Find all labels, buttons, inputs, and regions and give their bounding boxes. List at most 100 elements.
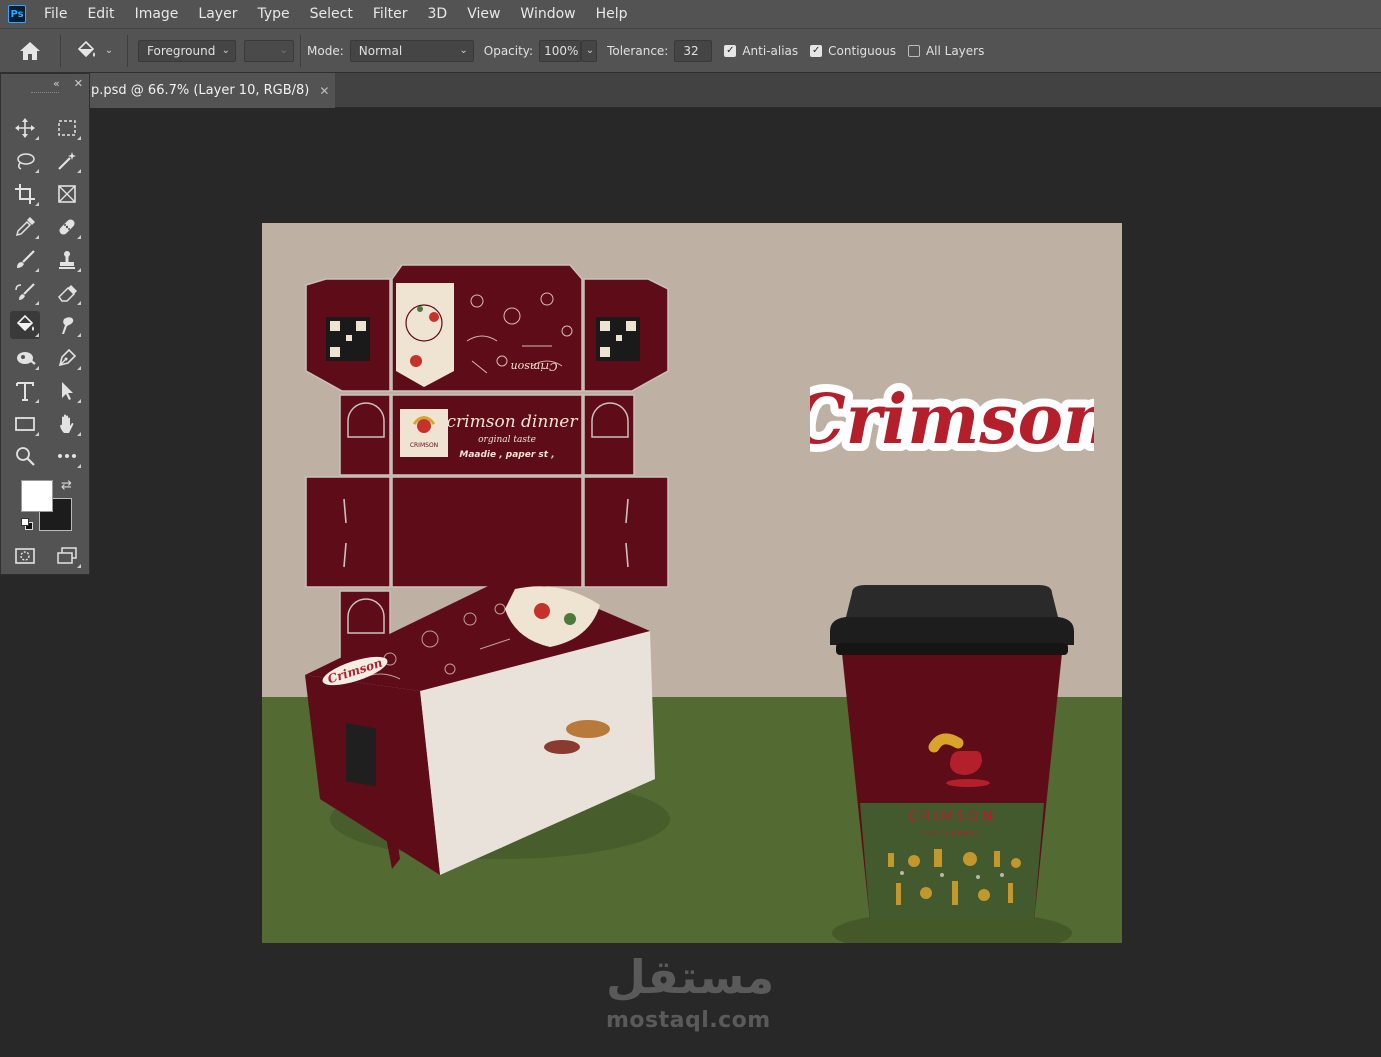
contiguous-label: Contiguous	[828, 43, 896, 58]
collapse-panel-icon[interactable]: «	[53, 77, 60, 90]
history-brush-icon	[15, 283, 35, 300]
path-selection-tool[interactable]	[52, 377, 82, 405]
frame-tool[interactable]	[52, 180, 82, 208]
watermark-latin: mostaql.com	[606, 1008, 771, 1033]
menu-help[interactable]: Help	[586, 0, 638, 28]
box-heading: crimson dinner	[447, 412, 579, 432]
eyedropper-icon	[15, 217, 35, 237]
menu-select[interactable]: Select	[300, 0, 363, 28]
crop-tool[interactable]	[10, 180, 40, 208]
opacity-label: Opacity:	[483, 43, 534, 58]
marquee-tool[interactable]	[52, 114, 82, 142]
blend-mode-value: Normal	[358, 43, 403, 58]
cup-brand-text: CRIMSON	[908, 809, 995, 825]
dodge-icon	[17, 352, 36, 365]
photoshop-logo-icon[interactable]: Ps	[8, 5, 26, 23]
menu-file[interactable]: File	[40, 0, 77, 28]
eyedropper-tool[interactable]	[10, 213, 40, 241]
contiguous-checkbox[interactable]: ✓ Contiguous	[810, 44, 896, 58]
tolerance-value: 32	[683, 43, 699, 58]
chevron-down-icon: ⌄	[104, 45, 114, 56]
menu-type[interactable]: Type	[247, 0, 299, 28]
pen-tool[interactable]	[52, 344, 82, 372]
crimson-logotype: Crimson Crimson	[810, 373, 1094, 468]
menu-view[interactable]: View	[457, 0, 510, 28]
lasso-tool[interactable]	[10, 147, 40, 175]
all-layers-label: All Layers	[925, 43, 985, 58]
type-tool[interactable]	[10, 377, 40, 405]
edit-toolbar-button[interactable]	[52, 442, 82, 470]
home-button[interactable]	[0, 41, 60, 61]
eraser-tool[interactable]	[52, 279, 82, 307]
menu-filter[interactable]: Filter	[363, 0, 418, 28]
paint-bucket-preset-icon	[77, 40, 95, 57]
panel-grip[interactable]	[31, 92, 59, 100]
document-tab[interactable]: p.psd @ 66.7% (Layer 10, RGB/8) ✕	[87, 73, 335, 108]
screen-mode-button[interactable]	[52, 542, 82, 570]
type-icon	[16, 382, 34, 401]
dodge-tool[interactable]	[10, 344, 40, 372]
screen-mode-icon	[57, 547, 77, 564]
hand-icon	[60, 414, 74, 433]
close-panel-icon[interactable]: ✕	[74, 77, 83, 90]
pattern-picker[interactable]: ⌄	[244, 39, 294, 62]
zoom-tool[interactable]	[10, 442, 40, 470]
tool-preset-picker[interactable]: ⌄	[61, 40, 127, 62]
menu-bar: Ps File Edit Image Layer Type Select Fil…	[0, 0, 1381, 28]
watermark-arabic: مستقل	[606, 950, 775, 1004]
cup-sub-text: RESTAURANT	[922, 830, 982, 837]
crop-icon	[15, 184, 35, 204]
smudge-tool[interactable]	[52, 311, 82, 339]
fill-source-select[interactable]: Foreground ⌄	[138, 39, 236, 62]
paint-bucket-tool[interactable]	[10, 311, 40, 339]
pen-icon	[58, 348, 77, 367]
all-layers-checkbox[interactable]: All Layers	[907, 43, 985, 58]
blend-mode-select[interactable]: Normal ⌄	[349, 39, 474, 62]
quick-mask-icon	[15, 548, 35, 564]
arrow-pointer-icon	[62, 382, 73, 400]
close-tab-icon[interactable]: ✕	[319, 84, 329, 98]
menu-3d[interactable]: 3D	[418, 0, 458, 28]
chevron-down-icon: ⌄	[221, 44, 230, 56]
chevron-down-icon: ⌄	[279, 44, 288, 56]
healing-brush-tool[interactable]	[52, 213, 82, 241]
default-colors-icon[interactable]	[21, 518, 33, 530]
frame-icon	[58, 185, 76, 203]
tolerance-input[interactable]: 32	[674, 39, 713, 62]
menu-layer[interactable]: Layer	[188, 0, 247, 28]
brush-tool[interactable]	[10, 246, 40, 274]
history-brush-tool[interactable]	[10, 279, 40, 307]
tolerance-label: Tolerance:	[607, 43, 669, 58]
fill-source-value: Foreground	[147, 43, 216, 58]
more-dots-icon	[58, 454, 76, 458]
paint-bucket-icon	[16, 314, 34, 332]
document-tab-bar: p.psd @ 66.7% (Layer 10, RGB/8) ✕	[0, 73, 1381, 108]
foreground-color-swatch[interactable]	[21, 480, 53, 512]
menu-image[interactable]: Image	[125, 0, 189, 28]
box-address: Maadie , paper st ,	[459, 450, 554, 460]
document-tab-title: p.psd @ 66.7% (Layer 10, RGB/8)	[91, 83, 310, 98]
menu-edit[interactable]: Edit	[77, 0, 124, 28]
box-subheading: orginal taste	[478, 435, 536, 445]
brush-icon	[17, 250, 35, 268]
clone-stamp-tool[interactable]	[52, 246, 82, 274]
magic-wand-tool[interactable]	[52, 147, 82, 175]
stamp-icon	[59, 251, 75, 269]
menu-window[interactable]: Window	[510, 0, 585, 28]
checkmark-icon: ✓	[724, 44, 737, 57]
home-icon	[20, 41, 40, 60]
logotype-text: Crimson	[810, 380, 1094, 460]
anti-alias-checkbox[interactable]: ✓ Anti-alias	[724, 44, 798, 58]
bandage-icon	[59, 219, 75, 235]
opacity-input[interactable]: 100%	[539, 39, 582, 62]
opacity-slider-toggle[interactable]: ⌄	[581, 39, 598, 62]
swap-colors-icon[interactable]: ⇄	[61, 478, 72, 493]
smudge-finger-icon	[62, 317, 74, 334]
move-tool[interactable]	[10, 114, 40, 142]
quick-mask-button[interactable]	[10, 542, 40, 570]
hand-tool[interactable]	[52, 410, 82, 438]
rectangle-tool[interactable]	[10, 410, 40, 438]
document-canvas[interactable]: Crimson CRIMSON crimson dinner orginal t…	[262, 223, 1122, 943]
checkmark-icon: ✓	[810, 44, 823, 57]
eraser-icon	[58, 285, 77, 302]
